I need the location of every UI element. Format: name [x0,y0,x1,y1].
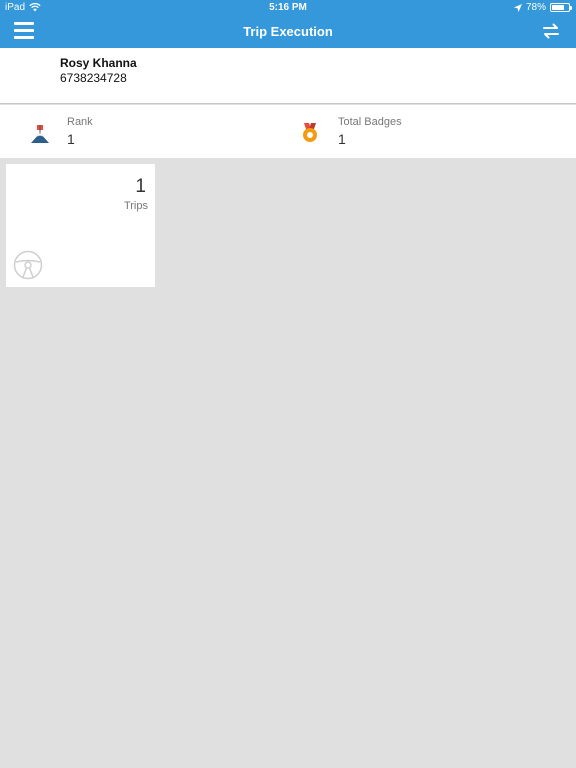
swap-arrows-icon[interactable] [542,22,560,40]
status-time: 5:16 PM [269,2,307,13]
medal-icon [303,123,317,142]
top-bar: iPad 5:16 PM 78% Trip Execution [0,0,576,48]
nav-bar: Trip Execution [0,16,576,48]
rank-stat: Rank 1 [0,105,288,158]
stats-row: Rank 1 Total Badges 1 [0,105,576,158]
status-bar: iPad 5:16 PM 78% [0,0,576,16]
location-arrow-icon [513,3,522,12]
page-title: Trip Execution [243,24,333,39]
trips-label: Trips [123,200,148,212]
user-name: Rosy Khanna [60,56,137,70]
profile-section: Rosy Khanna 6738234728 [0,48,576,104]
rank-label: Rank [67,116,93,128]
badges-label: Total Badges [338,116,402,128]
badges-value: 1 [338,131,346,147]
steering-wheel-icon [13,250,43,280]
trips-count: 1 [135,176,146,197]
battery-icon [550,3,572,12]
trips-tile[interactable]: 1 Trips [6,164,155,287]
user-phone: 6738234728 [60,71,127,85]
battery-fill [552,5,565,10]
badges-stat: Total Badges 1 [288,105,576,158]
battery-percent: 78% [525,2,546,13]
mountain-flag-icon [31,125,49,143]
rank-value: 1 [67,131,75,147]
status-right: 78% [513,2,572,13]
